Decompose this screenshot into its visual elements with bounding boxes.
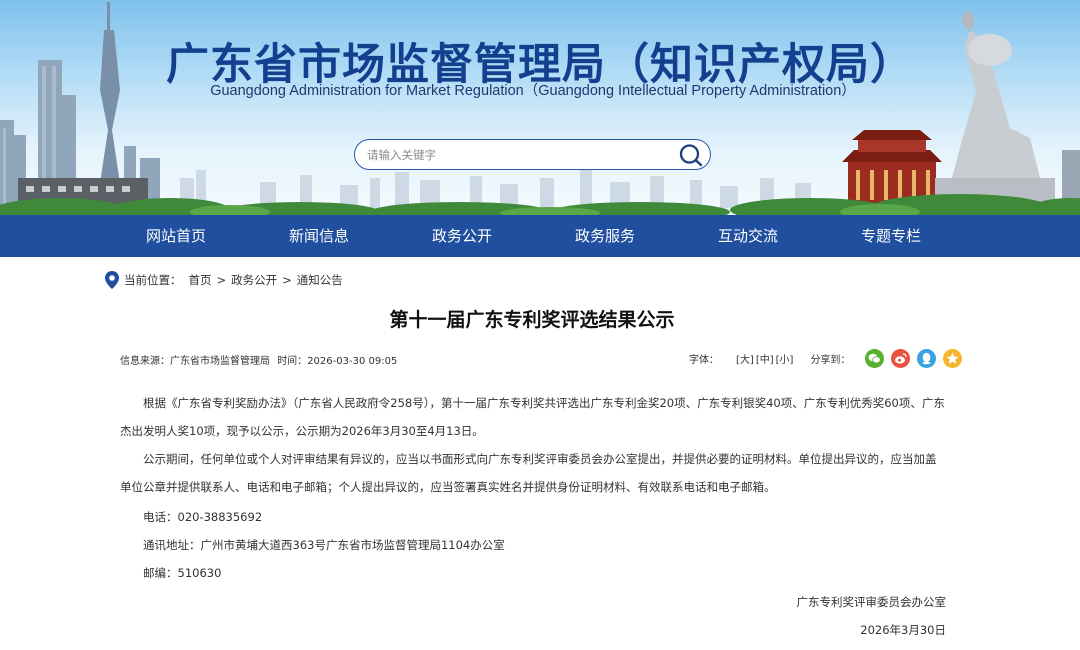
contact-postcode: 邮编：510630 (143, 566, 222, 580)
signature-date: 2026年3月30日 (860, 623, 946, 637)
time-label: 时间： (277, 356, 308, 367)
nav-item-news[interactable]: 新闻信息 (259, 215, 379, 257)
contact-phone: 电话：020-38835692 (143, 510, 263, 524)
paragraph-2: 公示期间，任何单位或个人对评审结果有异议的，应当以书面形式向广东专利奖评审委员会… (120, 452, 937, 494)
paragraph-1: 根据《广东省专利奖励办法》（广东省人民政府令258号），第十一届广东专利奖共评选… (120, 396, 945, 438)
breadcrumb-separator: > (216, 273, 227, 287)
search-input[interactable] (367, 145, 667, 165)
breadcrumb-notices[interactable]: 通知公告 (297, 272, 343, 288)
qq-icon[interactable] (917, 348, 937, 368)
search-bar (354, 139, 711, 170)
nav-item-gov-affairs[interactable]: 政务公开 (402, 215, 522, 257)
font-large-button[interactable]: [大] (736, 351, 754, 366)
source-value: 广东省市场监督管理局 (170, 356, 270, 367)
source-label: 信息来源： (120, 356, 170, 367)
breadcrumb-gov-affairs[interactable]: 政务公开 (231, 272, 277, 288)
wechat-icon[interactable] (865, 348, 885, 368)
qzone-icon[interactable] (943, 348, 963, 368)
signature-office: 广东专利奖评审委员会办公室 (796, 595, 947, 609)
nav-item-gov-services[interactable]: 政务服务 (545, 215, 665, 257)
share-label: 分享到： (810, 354, 851, 366)
search-icon[interactable] (678, 142, 704, 168)
article-meta: 信息来源：广东省市场监督管理局 时间：2026-03-30 09:05 (120, 352, 401, 367)
time-value: 2026-03-30 09:05 (307, 356, 398, 367)
contact-address: 通讯地址：广州市黄埔大道西363号广东省市场监督管理局1104办公室 (143, 538, 505, 552)
font-medium-button[interactable]: [中] (756, 351, 774, 366)
breadcrumb-label: 当前位置： (124, 273, 182, 287)
breadcrumb-separator: > (282, 273, 292, 287)
weibo-icon[interactable] (891, 348, 911, 368)
site-subtitle: Guangdong Administration for Market Regu… (210, 83, 856, 99)
header-banner: 广东省市场监督管理局（知识产权局） Guangdong Administrati… (0, 0, 1080, 215)
main-nav: 网站首页 新闻信息 政务公开 政务服务 互动交流 专题专栏 (0, 215, 1080, 257)
nav-item-home[interactable]: 网站首页 (116, 215, 236, 257)
breadcrumb: 当前位置： 首页 > 政务公开 > 通知公告 (105, 271, 343, 289)
nav-item-interaction[interactable]: 互动交流 (688, 215, 808, 257)
article-title: 第十一届广东专利奖评选结果公示 (389, 309, 675, 331)
font-size-label: 字体： (689, 354, 719, 366)
article-tools: 字体： [大] [中] [小] 分享到： (689, 348, 963, 368)
nav-item-topics[interactable]: 专题专栏 (831, 215, 951, 257)
breadcrumb-home[interactable]: 首页 (189, 272, 212, 288)
font-small-button[interactable]: [小] (776, 351, 794, 366)
location-pin-icon (105, 271, 119, 289)
